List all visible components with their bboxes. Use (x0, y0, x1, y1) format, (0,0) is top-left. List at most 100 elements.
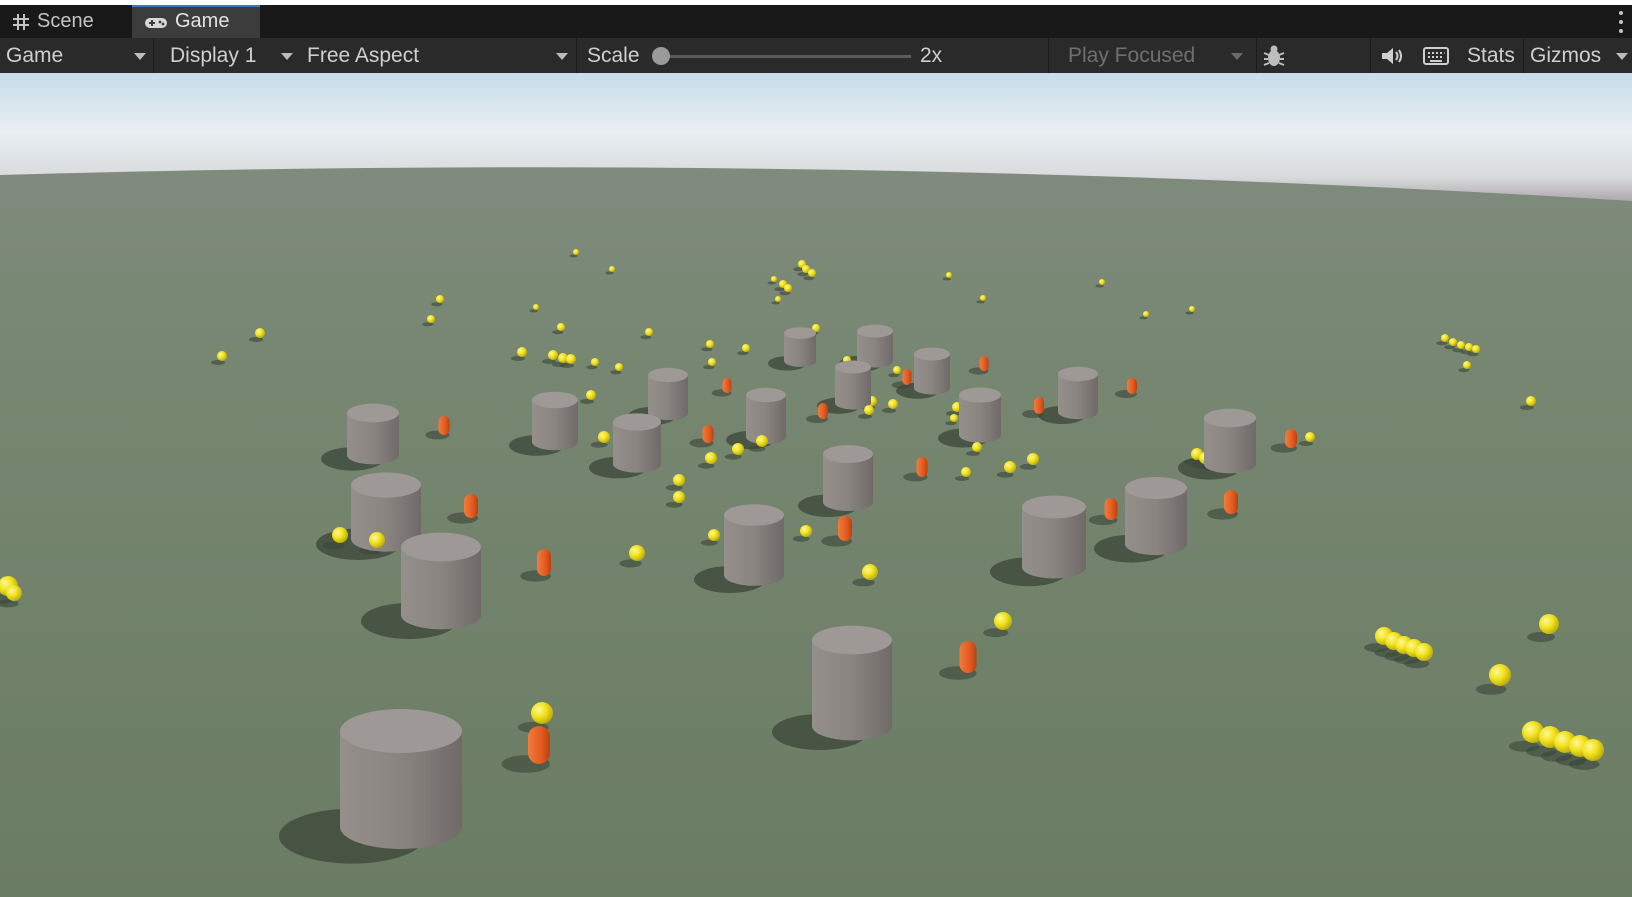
play-mode-dropdown[interactable]: Play Focused (1068, 38, 1248, 73)
pickup-ball (893, 366, 901, 374)
agent-capsule (838, 516, 852, 541)
agent-capsule (916, 457, 928, 477)
pillar (1204, 408, 1256, 474)
agent-capsule (1104, 498, 1118, 520)
gizmos-button[interactable]: Gizmos (1530, 38, 1601, 73)
pickup-ball (1099, 279, 1105, 285)
pillar (784, 327, 816, 367)
pickup-ball (1441, 334, 1449, 342)
keyboard-icon[interactable] (1423, 38, 1449, 73)
pickup-ball (732, 443, 744, 455)
scale-slider-thumb[interactable] (652, 47, 670, 65)
pickup-ball (1472, 345, 1480, 353)
tab-game-label: Game (175, 10, 230, 32)
game-view-window: Scene Game Game Display 1 Free Aspect Sc… (0, 0, 1632, 897)
pickup-ball (533, 304, 539, 310)
agent-capsule (438, 416, 450, 435)
pickup-ball (706, 340, 714, 348)
tab-scene-label: Scene (37, 10, 94, 32)
pillar (347, 403, 399, 465)
pickup-ball (972, 442, 982, 452)
pillar (835, 360, 871, 410)
tab-strip: Scene Game (0, 5, 1632, 38)
speaker-icon[interactable] (1380, 38, 1404, 73)
pickup-ball (1027, 453, 1039, 465)
game-viewport[interactable] (0, 73, 1632, 897)
agent-capsule (1285, 429, 1297, 448)
tab-game[interactable]: Game (132, 5, 260, 38)
pickup-ball (708, 529, 720, 541)
pickup-ball (1582, 739, 1604, 761)
stats-button[interactable]: Stats (1467, 38, 1515, 73)
pickup-ball (961, 467, 971, 477)
chevron-down-icon (134, 53, 146, 60)
pillar (857, 324, 893, 368)
pillar (812, 625, 893, 741)
pickup-ball (1465, 343, 1473, 351)
pickup-ball (775, 296, 781, 302)
pillar (724, 504, 784, 586)
pickup-ball (1004, 461, 1016, 473)
pillar (914, 347, 950, 395)
pickup-ball (950, 414, 958, 422)
pickup-ball (591, 358, 599, 366)
agent-capsule (818, 403, 828, 419)
pickup-ball (615, 363, 623, 371)
pillar (340, 709, 462, 849)
pickup-ball (864, 405, 874, 415)
agent-capsule (537, 549, 551, 576)
chevron-down-icon (1231, 53, 1243, 60)
pickup-ball (980, 295, 986, 301)
pickup-ball (1189, 306, 1195, 312)
pillar (648, 367, 688, 421)
gamepad-icon (144, 14, 168, 30)
scale-slider-track[interactable] (661, 55, 911, 58)
more-options-icon[interactable] (1618, 11, 1624, 33)
display-value: Display 1 (170, 43, 257, 67)
pickup-ball (1457, 341, 1465, 349)
pickup-ball (645, 328, 653, 336)
pickup-ball (255, 328, 265, 338)
pillar (959, 387, 1001, 443)
pickup-ball (673, 474, 685, 486)
pickup-ball (517, 347, 527, 357)
pickup-ball (771, 276, 777, 282)
pickup-ball (217, 351, 227, 361)
pickup-ball (1539, 614, 1559, 634)
pillar (1022, 495, 1086, 579)
bug-icon[interactable] (1261, 38, 1287, 73)
pickup-ball (586, 390, 596, 400)
pickup-ball (1305, 432, 1315, 442)
agent-capsule (902, 369, 912, 385)
pillar (401, 532, 481, 630)
play-mode-value: Play Focused (1068, 43, 1196, 67)
tab-scene[interactable]: Scene (0, 5, 132, 38)
pickup-ball (369, 532, 385, 548)
pickup-ball (708, 358, 716, 366)
pillar (613, 413, 661, 473)
chevron-down-icon (556, 53, 568, 60)
pickup-ball (332, 527, 348, 543)
grid-icon (12, 13, 30, 31)
agent-capsule (722, 378, 732, 393)
agent-capsule (979, 356, 989, 371)
ground-plane (0, 167, 1632, 897)
pickup-ball (531, 702, 553, 724)
display-mode-value: Game (6, 43, 64, 67)
display-dropdown[interactable]: Display 1 (170, 38, 295, 73)
pickup-ball (557, 323, 565, 331)
pickup-ball (1415, 643, 1433, 661)
pickup-ball (6, 585, 22, 601)
pickup-ball (742, 344, 750, 352)
display-mode-dropdown[interactable]: Game (6, 38, 146, 73)
pickup-ball (705, 452, 717, 464)
pickup-ball (784, 284, 792, 292)
chevron-down-icon[interactable] (1616, 53, 1628, 60)
pillar (746, 387, 786, 445)
pickup-ball (436, 295, 444, 303)
pickup-ball (862, 564, 878, 580)
aspect-dropdown[interactable]: Free Aspect (307, 38, 572, 73)
pickup-ball (573, 249, 579, 255)
pickup-ball (548, 350, 558, 360)
pickup-ball (427, 315, 435, 323)
